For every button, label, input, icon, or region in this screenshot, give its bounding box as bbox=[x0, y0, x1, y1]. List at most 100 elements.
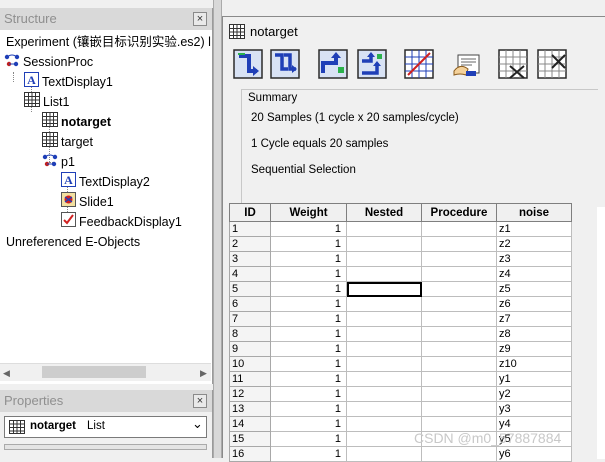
cell-procedure[interactable] bbox=[421, 356, 497, 372]
tree-item-feedbackdisplay1[interactable]: FeedbackDisplay1 bbox=[61, 212, 182, 232]
cell-nested[interactable] bbox=[346, 386, 422, 402]
cell-weight[interactable]: 1 bbox=[270, 311, 347, 327]
column-header-procedure[interactable]: Procedure bbox=[421, 203, 497, 222]
chevron-down-icon[interactable]: ⌄ bbox=[192, 416, 203, 432]
add-multiple-levels-button[interactable] bbox=[270, 49, 300, 79]
cell-weight[interactable]: 1 bbox=[270, 221, 347, 237]
add-level-button[interactable] bbox=[233, 49, 263, 79]
structure-close-button[interactable]: × bbox=[193, 12, 207, 26]
cell-id[interactable]: 14 bbox=[229, 416, 271, 432]
remove-attributes-button[interactable] bbox=[537, 49, 567, 79]
cell-noise[interactable]: y2 bbox=[496, 386, 572, 402]
cell-noise[interactable]: z2 bbox=[496, 236, 572, 252]
column-header-weight[interactable]: Weight bbox=[270, 203, 347, 222]
cell-noise[interactable]: z3 bbox=[496, 251, 572, 267]
tree-item-target[interactable]: target bbox=[42, 132, 93, 152]
cell-weight[interactable]: 1 bbox=[270, 341, 347, 357]
horizontal-scrollbar[interactable]: ◀ ▶ bbox=[0, 363, 211, 381]
scroll-left-icon[interactable]: ◀ bbox=[3, 368, 10, 379]
tree-item-textdisplay2[interactable]: A TextDisplay2 bbox=[61, 172, 150, 192]
cell-id[interactable]: 4 bbox=[229, 266, 271, 282]
tree-item-unreferenced[interactable]: Unreferenced E-Objects bbox=[6, 232, 140, 252]
cell-weight[interactable]: 1 bbox=[270, 446, 347, 462]
cell-nested[interactable] bbox=[346, 341, 422, 357]
cell-nested[interactable] bbox=[346, 446, 422, 462]
tree-item-sessionproc[interactable]: SessionProc bbox=[4, 52, 93, 72]
cell-nested[interactable] bbox=[346, 401, 422, 417]
tree-item-textdisplay1[interactable]: A TextDisplay1 bbox=[24, 72, 113, 92]
cell-id[interactable]: 11 bbox=[229, 371, 271, 387]
cell-noise[interactable]: z4 bbox=[496, 266, 572, 282]
properties-close-button[interactable]: × bbox=[193, 394, 207, 408]
cell-id[interactable]: 7 bbox=[229, 311, 271, 327]
cell-procedure[interactable] bbox=[421, 386, 497, 402]
cell-weight[interactable]: 1 bbox=[270, 251, 347, 267]
cell-procedure[interactable] bbox=[421, 371, 497, 387]
add-multiple-attributes-button[interactable] bbox=[357, 49, 387, 79]
cell-weight[interactable]: 1 bbox=[270, 326, 347, 342]
tree-item-list1[interactable]: List1 bbox=[24, 92, 69, 112]
properties-object-select[interactable]: notarget List ⌄ bbox=[4, 416, 207, 438]
cell-weight[interactable]: 1 bbox=[270, 416, 347, 432]
column-header-nested[interactable]: Nested bbox=[346, 203, 422, 222]
cell-weight[interactable]: 1 bbox=[270, 386, 347, 402]
cell-weight[interactable]: 1 bbox=[270, 431, 347, 447]
cell-procedure[interactable] bbox=[421, 251, 497, 267]
cell-id[interactable]: 15 bbox=[229, 431, 271, 447]
cell-weight[interactable]: 1 bbox=[270, 356, 347, 372]
cell-id[interactable]: 2 bbox=[229, 236, 271, 252]
cell-nested[interactable] bbox=[346, 431, 422, 447]
cell-procedure[interactable] bbox=[421, 266, 497, 282]
cell-id[interactable]: 3 bbox=[229, 251, 271, 267]
cell-weight[interactable]: 1 bbox=[270, 296, 347, 312]
panel-splitter[interactable] bbox=[213, 0, 222, 458]
cell-nested[interactable] bbox=[346, 416, 422, 432]
tree-item-experiment[interactable]: Experiment (镶嵌目标识别实验.es2) l bbox=[6, 32, 211, 52]
add-attribute-button[interactable] bbox=[318, 49, 348, 79]
cell-weight[interactable]: 1 bbox=[270, 266, 347, 282]
cell-id[interactable]: 10 bbox=[229, 356, 271, 372]
cell-procedure[interactable] bbox=[421, 236, 497, 252]
column-header-noise[interactable]: noise bbox=[496, 203, 572, 222]
cell-noise[interactable]: z9 bbox=[496, 341, 572, 357]
properties-grid-button[interactable] bbox=[404, 49, 434, 79]
cell-id[interactable]: 6 bbox=[229, 296, 271, 312]
cell-weight[interactable]: 1 bbox=[270, 401, 347, 417]
cell-noise[interactable]: z8 bbox=[496, 326, 572, 342]
cell-nested[interactable] bbox=[346, 236, 422, 252]
tree-item-p1[interactable]: p1 bbox=[42, 152, 75, 172]
cell-weight[interactable]: 1 bbox=[270, 371, 347, 387]
cell-weight[interactable]: 1 bbox=[270, 236, 347, 252]
cell-nested[interactable] bbox=[346, 281, 422, 297]
cell-nested[interactable] bbox=[346, 251, 422, 267]
cell-procedure[interactable] bbox=[421, 221, 497, 237]
cell-nested[interactable] bbox=[346, 221, 422, 237]
cell-procedure[interactable] bbox=[421, 401, 497, 417]
cell-noise[interactable]: y1 bbox=[496, 371, 572, 387]
cell-weight[interactable]: 1 bbox=[270, 281, 347, 297]
cell-procedure[interactable] bbox=[421, 311, 497, 327]
cell-nested[interactable] bbox=[346, 296, 422, 312]
tree-item-slide1[interactable]: Slide1 bbox=[61, 192, 114, 212]
cell-noise[interactable]: z5 bbox=[496, 281, 572, 297]
cell-noise[interactable]: y3 bbox=[496, 401, 572, 417]
cell-nested[interactable] bbox=[346, 356, 422, 372]
remove-levels-button[interactable] bbox=[498, 49, 528, 79]
cell-nested[interactable] bbox=[346, 371, 422, 387]
cell-nested[interactable] bbox=[346, 326, 422, 342]
scrollbar-thumb[interactable] bbox=[42, 366, 146, 378]
cell-id[interactable]: 8 bbox=[229, 326, 271, 342]
cell-id[interactable]: 16 bbox=[229, 446, 271, 462]
cell-noise[interactable]: z1 bbox=[496, 221, 572, 237]
column-header-id[interactable]: ID bbox=[229, 203, 271, 222]
scroll-right-icon[interactable]: ▶ bbox=[200, 368, 207, 379]
cell-noise[interactable]: z6 bbox=[496, 296, 572, 312]
cell-noise[interactable]: z7 bbox=[496, 311, 572, 327]
tree-item-notarget[interactable]: notarget bbox=[42, 112, 111, 132]
cell-id[interactable]: 13 bbox=[229, 401, 271, 417]
cell-noise[interactable]: z10 bbox=[496, 356, 572, 372]
cell-id[interactable]: 9 bbox=[229, 341, 271, 357]
cell-id[interactable]: 5 bbox=[229, 281, 271, 297]
cell-procedure[interactable] bbox=[421, 296, 497, 312]
cell-procedure[interactable] bbox=[421, 281, 497, 297]
